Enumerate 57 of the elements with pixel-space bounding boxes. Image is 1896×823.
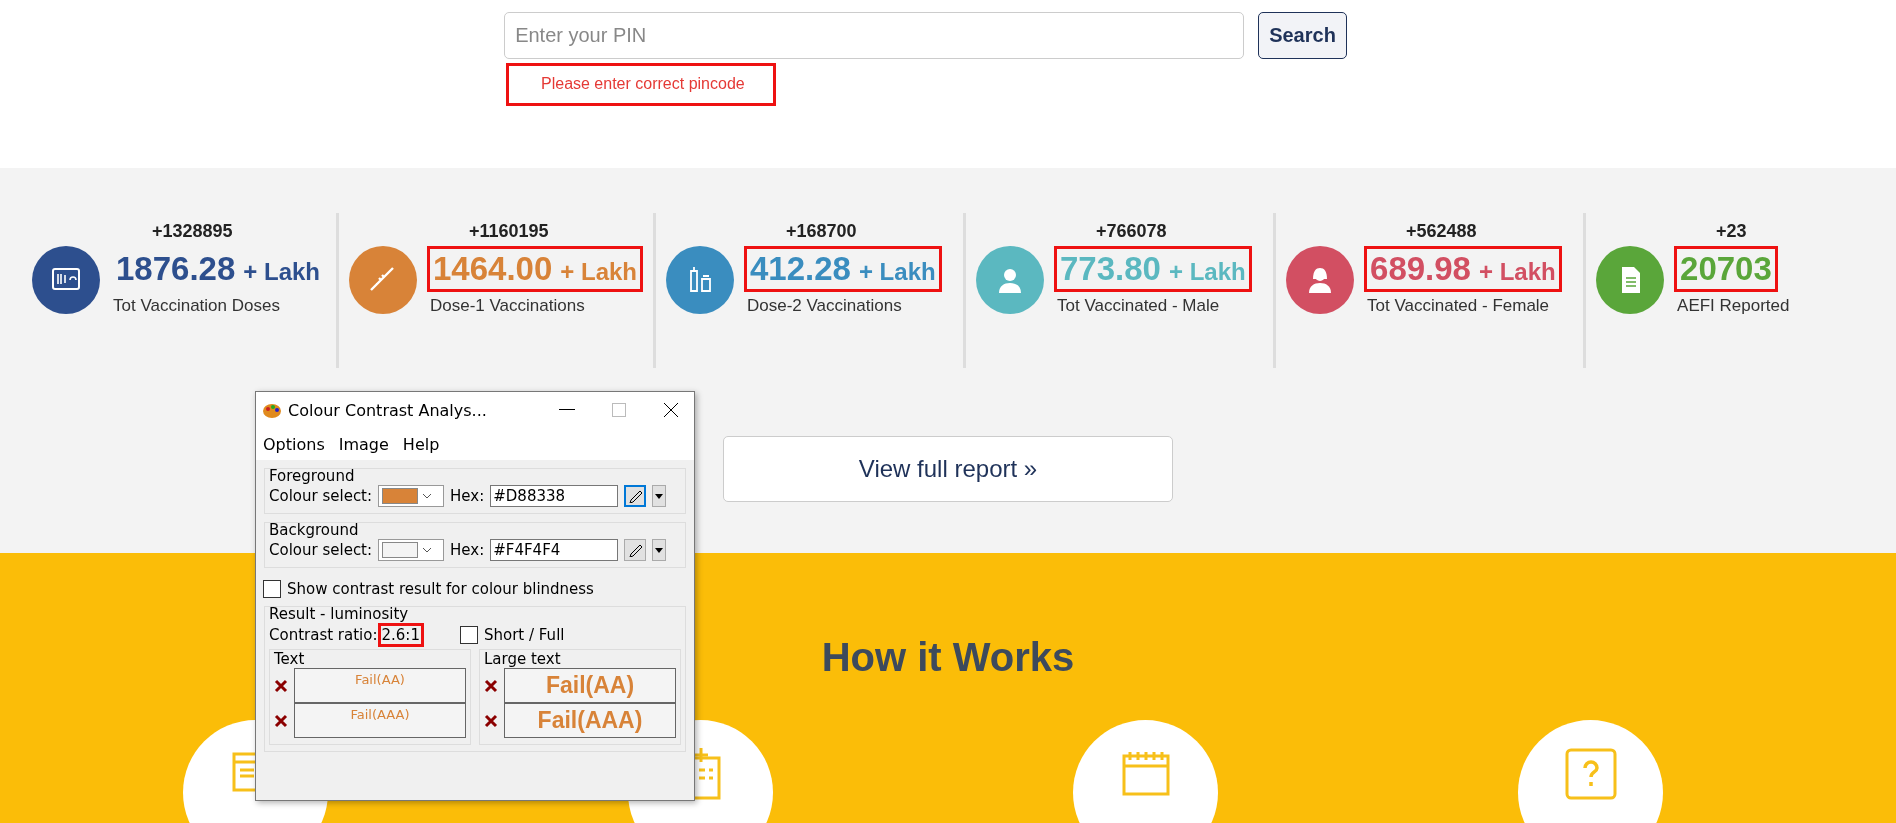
eyedropper-icon[interactable] [624, 485, 647, 507]
field-label: Contrast ratio: [269, 626, 378, 644]
stat-change: +562488 [1406, 220, 1478, 242]
stat-label: Tot Vaccination Doses [112, 296, 281, 316]
pin-input-field[interactable]: Enter your PIN [504, 12, 1245, 59]
stat-change: +168700 [786, 220, 858, 242]
checkbox-label: Short / Full [483, 626, 565, 644]
field-label: Colour select: [269, 487, 373, 505]
view-report-button[interactable]: View full report » [723, 436, 1173, 502]
stat-label: Dose-1 Vaccinations [429, 296, 586, 316]
menu-item[interactable]: Image [338, 434, 389, 454]
group-label: Result - luminosity [269, 605, 410, 623]
palette-icon [262, 401, 282, 419]
colour-dropdown[interactable] [378, 485, 445, 507]
checkbox[interactable] [263, 580, 281, 598]
chevron-down-icon [422, 493, 433, 499]
contrast-ratio-value: 2.6:1 [377, 623, 424, 647]
stat-change: +1328895 [152, 220, 234, 242]
stat-value: 1464.00 + Lakh [427, 246, 643, 292]
checkbox-label: Show contrast result for colour blindness [287, 580, 594, 598]
group-label: Large text [484, 650, 561, 668]
hex-input-field[interactable]: #F4F4F4 [490, 539, 619, 561]
stat-change: +1160195 [469, 220, 550, 242]
hex-input-field[interactable]: #D88338 [490, 485, 619, 507]
close-icon[interactable] [663, 402, 679, 418]
stat-label: AEFI Reported [1676, 296, 1790, 316]
stat-label: Tot Vaccinated - Female [1366, 296, 1551, 316]
menu-item[interactable]: Help [402, 434, 440, 454]
stat-label: Dose-2 Vaccinations [746, 296, 903, 316]
result-text: Fail(AAA) [294, 703, 466, 738]
stat-value: 773.80 + Lakh [1054, 246, 1252, 292]
colour-dropdown[interactable] [378, 539, 445, 561]
result-text: Fail(AAA) [504, 703, 676, 738]
error-message: Please enter correct pincode [506, 63, 776, 106]
checkbox[interactable] [459, 626, 478, 644]
stat-value: 1876.28 + Lakh [115, 249, 321, 289]
result-text: Fail(AA) [504, 668, 676, 703]
chevron-down-icon [422, 547, 433, 553]
stat-value: 412.28 + Lakh [744, 246, 942, 292]
field-label: Hex: [450, 487, 485, 505]
stat-change: +766078 [1096, 220, 1168, 242]
field-label: Colour select: [269, 541, 373, 559]
group-label: Background [269, 521, 360, 539]
stat-change: +23 [1716, 220, 1748, 242]
window-title: Colour Contrast Analys... [288, 400, 488, 420]
group-label: Foreground [269, 467, 356, 485]
stat-value: 689.98 + Lakh [1364, 246, 1562, 292]
field-label: Hex: [450, 541, 485, 559]
eyedropper-icon[interactable] [624, 539, 647, 561]
minimize-icon[interactable] [559, 409, 575, 411]
search-button[interactable]: Search [1258, 12, 1347, 59]
result-text: Fail(AA) [294, 668, 466, 703]
menu-item[interactable]: Options [263, 434, 325, 454]
group-label: Text [274, 650, 305, 668]
stat-value: 20703 [1674, 246, 1778, 292]
section-heading: How it Works [821, 635, 1075, 680]
stat-label: Tot Vaccinated - Male [1056, 296, 1221, 316]
